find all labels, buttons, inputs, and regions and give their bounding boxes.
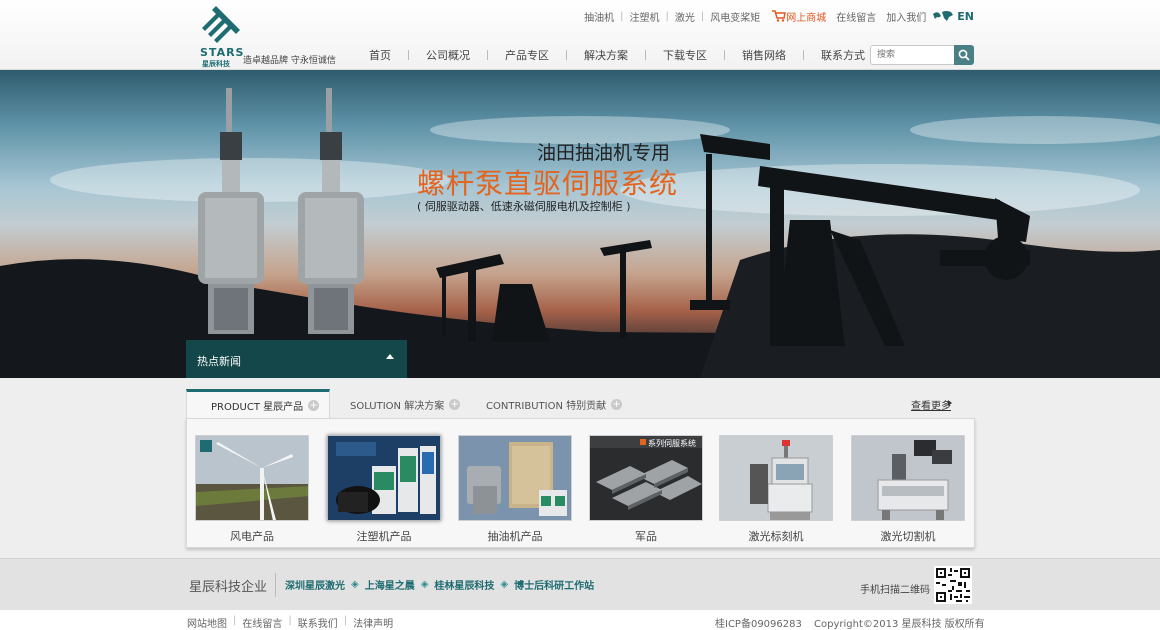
world-map-icon [933,11,954,21]
product-tabs: PRODUCT 星辰产品 + SOLUTION 解决方案 + CONTRIBUT… [186,389,975,419]
product-image[interactable] [458,435,572,521]
product-card-laser-marking[interactable]: 激光标刻机 [719,435,833,545]
product-image[interactable] [851,435,965,521]
arrow-right-icon [948,400,952,406]
search-box [870,45,974,65]
search-input[interactable] [870,45,954,65]
product-label[interactable]: 军品 [589,528,703,544]
wind-turbine-image [196,436,308,520]
banner-subtitle: 油田抽油机专用 [537,142,671,164]
slogan: 造卓越品牌 守永恒诚信 [243,56,336,66]
tab-product-label: PRODUCT 星辰产品 [211,402,304,413]
product-label[interactable]: 抽油机产品 [458,528,572,544]
tab-contribution-label: CONTRIBUTION 特别贡献 [486,400,607,412]
toplink-wind[interactable]: 风电变桨矩 [710,9,760,24]
product-tag: 系列伺服系统 [648,439,696,448]
search-icon [958,49,970,61]
product-label[interactable]: 风电产品 [195,528,309,544]
hot-news-label: 热点新闻 [197,355,241,368]
tab-contribution[interactable]: CONTRIBUTION 特别贡献 + [486,389,623,419]
product-card-injection[interactable]: 注塑机产品 [327,435,441,545]
shop-link[interactable]: 网上商城 [772,9,826,24]
hot-news-panel[interactable]: 热点新闻 [186,340,407,378]
language-label: EN [957,9,974,23]
view-more-link[interactable]: 查看更多 [911,397,951,412]
banner-scene-image [0,88,1160,378]
product-image[interactable]: 系列伺服系统 [589,435,703,521]
top-links: 抽油机 | 注塑机 | 激光 | 风电变桨矩 网上商城 在线留言 加入我们 EN [584,9,974,24]
logo-text: STARS [200,46,245,59]
product-card-military[interactable]: 系列伺服系统 军品 [589,435,703,545]
language-switch[interactable]: EN [932,10,974,23]
hero-banner[interactable]: 油田抽油机专用 螺杆泵直驱伺服系统 ( 伺服驱动器、低速永磁伺服电机及控制柜 )… [0,70,1160,378]
expand-arrow-icon[interactable] [386,354,394,359]
link-postdoc[interactable]: 博士后科研工作站 [514,577,594,592]
link-guilin[interactable]: 桂林星辰科技 [434,577,494,592]
plus-icon: + [308,400,320,411]
product-card-laser-cutting[interactable]: 激光切割机 [851,435,965,545]
enterprise-title: 星辰科技企业 [189,580,268,595]
pumping-cabinet-image [459,436,571,520]
diamond-icon: ◈ [420,579,429,590]
icp-number[interactable]: 桂ICP备09096283 [715,615,802,630]
qr-code-icon [934,566,972,604]
enterprise-links: 深圳星辰激光 ◈ 上海星之晨 ◈ 桂林星辰科技 ◈ 博士后科研工作站 [285,577,594,592]
cart-icon [772,10,787,22]
laser-marking-machine-image [720,436,832,520]
toplink-laser[interactable]: 激光 [675,9,695,24]
product-image[interactable] [195,435,309,521]
nav-about[interactable]: 公司概况 [409,47,487,63]
banner-description: ( 伺服驱动器、低速永磁伺服电机及控制柜 ) [417,200,631,213]
product-card-pumping[interactable]: 抽油机产品 [458,435,572,545]
product-label[interactable]: 注塑机产品 [327,528,441,544]
tab-solution-label: SOLUTION 解决方案 [350,400,445,412]
link-shanghai[interactable]: 上海星之晨 [365,577,415,592]
plus-icon: + [611,398,623,410]
main-nav: 首页 公司概况 产品专区 解决方案 下载专区 销售网络 联系方式 [352,45,882,65]
toplink-pumping[interactable]: 抽油机 [584,9,614,24]
search-button[interactable] [954,45,974,65]
toplink-injection[interactable]: 注塑机 [630,9,660,24]
nav-home[interactable]: 首页 [352,47,408,63]
logo-cn-text: 星辰科技 [202,60,230,68]
product-image[interactable] [327,435,441,521]
nav-sales-network[interactable]: 销售网络 [725,47,803,63]
enterprise-bar: 星辰科技企业 深圳星辰激光 ◈ 上海星之晨 ◈ 桂林星辰科技 ◈ 博士后科研工作… [0,558,1160,610]
nav-products[interactable]: 产品专区 [488,47,566,63]
product-label[interactable]: 激光标刻机 [719,528,833,544]
product-panel: 风电产品 注塑机产品 抽油机产品 系列伺服系统 军品 激光标刻机 激光切割机 [186,418,975,548]
shop-label: 网上商城 [786,12,827,24]
copyright: Copyright©2013 星辰科技 版权所有 [814,619,985,630]
diamond-icon: ◈ [351,579,359,590]
nav-solutions[interactable]: 解决方案 [567,47,645,63]
diamond-icon: ◈ [500,579,509,590]
laser-cutting-machine-image [852,436,964,520]
injection-drive-image [328,436,440,520]
product-card-wind[interactable]: 风电产品 [195,435,309,545]
tab-product[interactable]: PRODUCT 星辰产品 + [186,389,330,419]
join-link[interactable]: 加入我们 [886,9,926,24]
footer-link-legal[interactable]: 法律声明 [353,615,393,630]
product-image[interactable] [719,435,833,521]
nav-downloads[interactable]: 下载专区 [646,47,724,63]
header: STARS 星辰科技 造卓越品牌 守永恒诚信 抽油机 | 注塑机 | 激光 | … [0,0,1160,70]
link-shenzhen-laser[interactable]: 深圳星辰激光 [285,577,345,592]
footer-link-sitemap[interactable]: 网站地图 [187,615,227,630]
qr-label: 手机扫描二维码 [860,585,930,596]
banner-title: 螺杆泵直驱伺服系统 [417,167,679,200]
footer-link-contact[interactable]: 联系我们 [298,615,338,630]
tab-solution[interactable]: SOLUTION 解决方案 + [350,389,461,419]
footer: 网站地图 | 在线留言 | 联系我们 | 法律声明 桂ICP备09096283 … [0,610,1160,630]
logo-mark-icon [202,6,240,43]
message-link[interactable]: 在线留言 [836,9,876,24]
product-label[interactable]: 激光切割机 [851,528,965,544]
footer-links: 网站地图 | 在线留言 | 联系我们 | 法律声明 [187,615,394,630]
plus-icon: + [449,398,461,410]
footer-link-message[interactable]: 在线留言 [242,615,282,630]
